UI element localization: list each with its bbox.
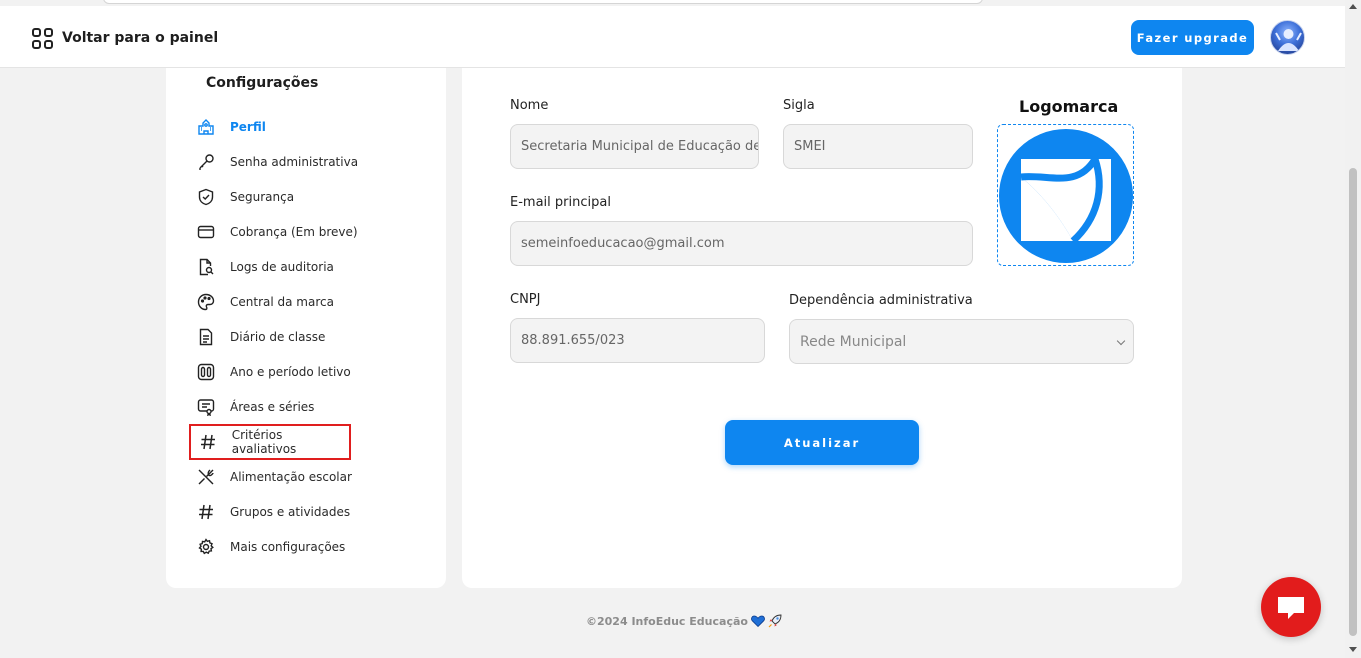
wallet-icon (196, 222, 216, 242)
dependencia-label: Dependência administrativa (789, 293, 973, 308)
document-search-icon (196, 257, 216, 277)
sidebar-item-label: Senha administrativa (230, 155, 359, 169)
sigla-label: Sigla (783, 98, 815, 113)
gear-icon (196, 537, 216, 557)
chat-button[interactable] (1261, 577, 1321, 637)
sidebar-item-label: Ano e período letivo (230, 365, 351, 379)
sidebar-item-label: Perfil (230, 120, 266, 134)
profile-form-card: Nome Secretaria Municipal de Educação de… (462, 68, 1182, 588)
app-header: Voltar para o painel Fazer upgrade (0, 6, 1345, 68)
sidebar-item-perfil[interactable]: Perfil (196, 114, 266, 140)
sidebar-item-ano-letivo[interactable]: Ano e período letivo (196, 359, 351, 385)
footer-text: ©2024 InfoEduc Educação (586, 614, 748, 628)
upgrade-button[interactable]: Fazer upgrade (1131, 20, 1254, 55)
logo-image (999, 129, 1133, 263)
sidebar-item-seguranca[interactable]: Segurança (196, 184, 294, 210)
avatar-figure-icon (1275, 29, 1302, 51)
avatar[interactable] (1270, 20, 1305, 55)
hash-icon (198, 432, 218, 452)
back-to-dashboard-link[interactable]: Voltar para o painel (32, 26, 218, 50)
sidebar-item-label: Mais configurações (230, 540, 346, 554)
scroll-down-icon[interactable] (1349, 647, 1357, 652)
sidebar-item-label: Critérios avaliativos (231, 428, 297, 456)
school-building-icon (196, 117, 216, 137)
chevron-down-icon (1116, 336, 1126, 346)
sidebar-item-label: Alimentação escolar (230, 470, 352, 484)
sidebar-item-label: Áreas e séries (230, 400, 315, 414)
hash-icon (196, 502, 216, 522)
heart-icon (751, 615, 765, 627)
cnpj-input[interactable]: 88.891.655/023 (510, 318, 765, 363)
sidebar-item-label: Cobrança (Em breve) (230, 225, 358, 239)
sidebar-item-label: Logs de auditoria (230, 260, 334, 274)
grid-icon (32, 27, 53, 49)
sidebar-item-label: Segurança (230, 190, 295, 204)
sidebar-title: Configurações (206, 75, 319, 91)
sidebar-item-label: Central da marca (230, 295, 334, 309)
sidebar-item-label: Diário de classe (230, 330, 326, 344)
scroll-up-icon[interactable] (1349, 4, 1357, 9)
shield-check-icon (196, 187, 216, 207)
sidebar-item-label: Grupos e atividades (230, 505, 351, 519)
nome-input[interactable]: Secretaria Municipal de Educação de (510, 124, 759, 169)
cnpj-label: CNPJ (510, 292, 541, 307)
palette-icon (196, 292, 216, 312)
logo-title: Logomarca (1019, 97, 1119, 116)
sidebar-item-senha[interactable]: Senha administrativa (196, 149, 358, 175)
nome-label: Nome (510, 98, 549, 113)
sigla-input[interactable]: SMEI (783, 124, 973, 169)
sidebar-item-logs[interactable]: Logs de auditoria (196, 254, 334, 280)
logo-mark-icon (1020, 157, 1111, 244)
sidebar-item-areas-series[interactable]: Áreas e séries (196, 394, 314, 420)
email-input[interactable]: semeinfoeducacao@gmail.com (510, 221, 973, 266)
calendar-columns-icon (196, 362, 216, 382)
browser-bar (103, 0, 983, 4)
sidebar-item-criterios[interactable]: Critérios avaliativos (189, 424, 351, 460)
page-scrollbar[interactable] (1345, 0, 1361, 658)
scroll-thumb[interactable] (1349, 168, 1357, 636)
utensils-icon (196, 467, 216, 487)
settings-sidebar: Configurações Perfil Senha administrativ… (166, 68, 446, 588)
sidebar-item-mais[interactable]: Mais configurações (196, 534, 345, 560)
update-button[interactable]: Atualizar (725, 420, 919, 465)
key-icon (196, 152, 216, 172)
email-label: E-mail principal (510, 195, 611, 210)
dependencia-select[interactable]: Rede Municipal (789, 319, 1134, 364)
sidebar-item-alimentacao[interactable]: Alimentação escolar (196, 464, 352, 490)
sidebar-item-diario[interactable]: Diário de classe (196, 324, 325, 350)
sidebar-item-grupos[interactable]: Grupos e atividades (196, 499, 350, 525)
file-text-icon (196, 327, 216, 347)
logo-upload[interactable] (997, 124, 1134, 266)
chat-bubble-icon (1278, 597, 1304, 619)
footer: ©2024 InfoEduc Educação (586, 614, 782, 628)
back-link-label: Voltar para o painel (62, 30, 219, 46)
monitor-icon (196, 397, 216, 417)
dependencia-selected-value: Rede Municipal (800, 333, 907, 350)
rocket-icon (768, 614, 782, 628)
sidebar-item-marca[interactable]: Central da marca (196, 289, 334, 315)
sidebar-item-cobranca[interactable]: Cobrança (Em breve) (196, 219, 358, 245)
